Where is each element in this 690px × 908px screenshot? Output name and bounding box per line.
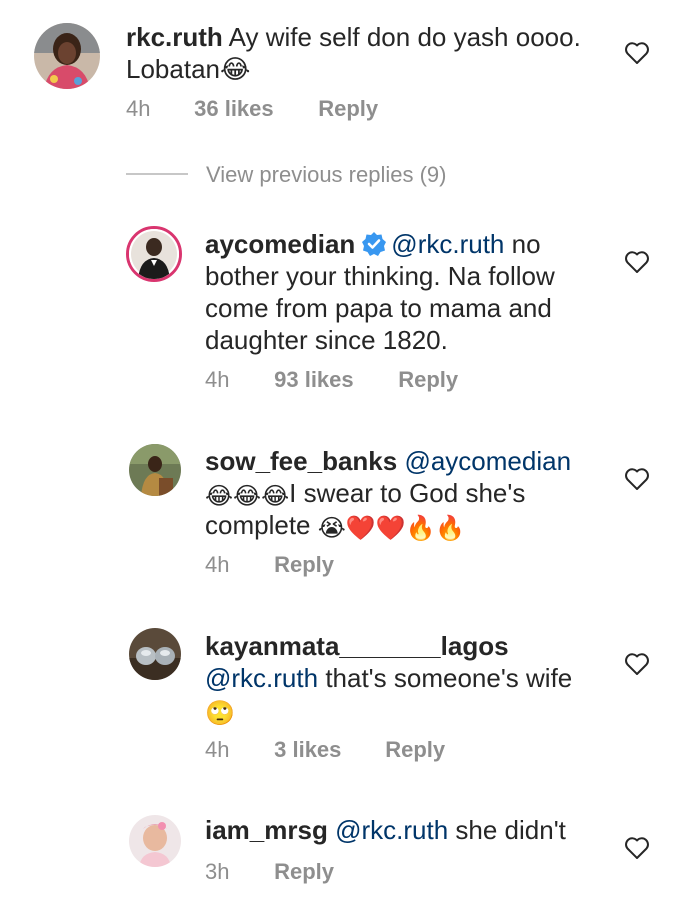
avatar[interactable] (129, 628, 181, 680)
comment-meta: 3h Reply (205, 859, 334, 885)
divider-line (126, 173, 188, 175)
comment-body: iam_mrsg @rkc.ruth she didn't (205, 814, 605, 846)
avatar[interactable] (129, 815, 181, 867)
username[interactable]: kayanmata_______lagos (205, 631, 509, 661)
heart-icon[interactable] (624, 41, 650, 65)
timestamp: 4h (205, 552, 230, 577)
username[interactable]: iam_mrsg (205, 815, 328, 845)
timestamp: 4h (205, 737, 230, 762)
view-previous-label[interactable]: View previous replies (9) (206, 162, 446, 188)
reply-button[interactable]: Reply (274, 552, 334, 578)
avatar-image (129, 229, 179, 279)
likes-count[interactable]: 93 likes (274, 367, 392, 393)
comment-body: sow_fee_banks @aycomedian 😂😂😂I swear to … (205, 445, 605, 541)
avatar-image (34, 23, 100, 89)
emoji-cry-hearts-fire: 😭❤️❤️🔥🔥 (317, 515, 466, 542)
comment-body: rkc.ruth Ay wife self don do yash oooo. … (126, 21, 606, 85)
username[interactable]: sow_fee_banks (205, 446, 397, 476)
comment-meta: 4h 36 likes Reply (126, 96, 378, 122)
comment-body: kayanmata_______lagos @rkc.ruth that's s… (205, 630, 605, 726)
heart-icon[interactable] (624, 652, 650, 676)
mention-link[interactable]: @rkc.ruth (335, 815, 448, 845)
mention-link[interactable]: @rkc.ruth (391, 229, 504, 259)
comment-meta: 4h 93 likes Reply (205, 367, 458, 393)
mention-link[interactable]: @rkc.ruth (205, 663, 318, 693)
avatar[interactable] (34, 23, 100, 89)
reply-button[interactable]: Reply (385, 737, 445, 763)
comment-text: she didn't (455, 815, 566, 845)
heart-icon[interactable] (624, 467, 650, 491)
avatar-image (129, 444, 181, 496)
comment-text: that's someone's wife (325, 663, 573, 693)
comment-body: aycomedian @rkc.ruth no bother your think… (205, 228, 595, 356)
heart-icon[interactable] (624, 836, 650, 860)
timestamp: 4h (205, 367, 230, 392)
reply-button[interactable]: Reply (274, 859, 334, 885)
timestamp: 4h (126, 96, 151, 121)
view-previous-replies[interactable]: View previous replies (9) (126, 162, 526, 188)
emoji-laughing: 😂😂😂 (205, 483, 290, 510)
verified-badge-icon (362, 232, 387, 256)
avatar[interactable] (126, 226, 182, 282)
username[interactable]: rkc.ruth (126, 22, 223, 52)
likes-count[interactable]: 3 likes (274, 737, 379, 763)
comment-meta: 4h Reply (205, 552, 334, 578)
timestamp: 3h (205, 859, 230, 884)
likes-count[interactable]: 36 likes (194, 96, 312, 122)
avatar-image (129, 815, 181, 867)
heart-icon[interactable] (624, 250, 650, 274)
username[interactable]: aycomedian (205, 229, 355, 259)
reply-button[interactable]: Reply (318, 96, 378, 122)
reply-button[interactable]: Reply (398, 367, 458, 393)
mention-link[interactable]: @aycomedian (404, 446, 571, 476)
avatar[interactable] (129, 444, 181, 496)
comment-meta: 4h 3 likes Reply (205, 737, 445, 763)
emoji-eye-roll: 🙄 (205, 700, 235, 727)
avatar-image (129, 628, 181, 680)
